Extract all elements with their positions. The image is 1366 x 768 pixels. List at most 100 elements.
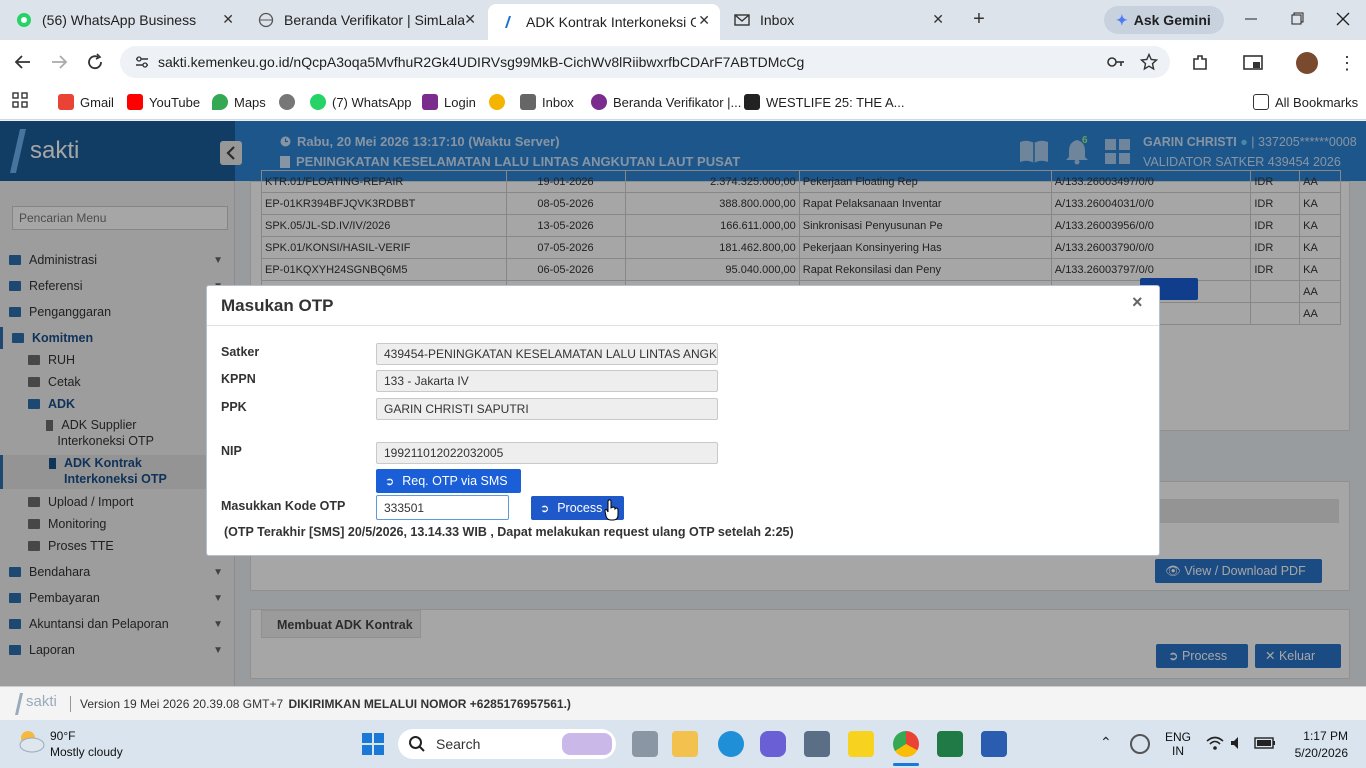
ppk-label: PPK [221,400,247,414]
chrome-icon[interactable] [893,731,919,757]
app-footer: sakti Version 19 Mei 2026 20.39.08 GMT+7… [0,686,1366,720]
bookmark-youtube[interactable]: YouTube [127,92,200,112]
sakti-logo-icon [15,693,23,715]
bookmark-globe[interactable] [279,92,301,112]
process-icon: ➲ [540,502,550,515]
globe-icon [279,94,295,110]
profile-avatar[interactable] [1296,52,1318,74]
mail-icon [520,94,536,110]
task-view-icon[interactable] [632,731,658,757]
cast-icon[interactable] [1242,53,1264,73]
restore-icon[interactable] [1288,10,1306,28]
tab-title: Beranda Verifikator | SimLala [284,12,466,28]
active-app-indicator [893,763,919,766]
chevron-up-icon[interactable]: ⌃ [1100,734,1112,751]
copilot-icon[interactable] [760,731,786,757]
tab-whatsapp[interactable]: (56) WhatsApp Business ✕ [4,0,244,40]
weather-desc[interactable]: Mostly cloudy [50,745,123,759]
kppn-field: 133 - Jakarta IV [376,370,718,392]
search-icon [409,736,425,752]
browser-tab-strip: (56) WhatsApp Business ✕ Beranda Verifik… [0,0,1366,40]
tab-close-icon[interactable]: ✕ [464,11,476,28]
bookmark-photos[interactable] [489,92,511,112]
ask-gemini-button[interactable]: ✦ Ask Gemini [1104,6,1224,34]
footer-logo-text: sakti [26,693,57,710]
bookmark-star-icon[interactable] [1140,53,1158,71]
excel-icon[interactable] [937,731,963,757]
battery-icon[interactable] [1254,737,1276,749]
bookmark-inbox[interactable]: Inbox [520,92,574,112]
globe-icon [258,12,274,28]
word-icon[interactable] [981,731,1007,757]
req-otp-sms-button[interactable]: ➲ Req. OTP via SMS [376,469,521,493]
taskbar-search[interactable]: Search [398,729,616,759]
wifi-icon[interactable] [1206,736,1224,750]
folder-icon [1253,94,1269,110]
windows-start-icon[interactable] [361,732,385,756]
back-icon[interactable] [14,54,32,70]
clock[interactable]: 1:17 PM 5/20/2026 [1292,729,1348,760]
sakti-favicon-icon [500,14,516,30]
bookmark-login[interactable]: Login [422,92,476,112]
minimize-icon[interactable] [1242,10,1260,28]
apps-grid-icon[interactable] [12,92,28,108]
tab-close-icon[interactable]: ✕ [698,12,710,29]
menu-dots-icon[interactable]: ⋮ [1338,53,1356,74]
search-highlight-icon [562,733,612,755]
bookmark-verifikator[interactable]: Beranda Verifikator |... [591,92,741,112]
ppk-field: GARIN CHRISTI SAPUTRI [376,398,718,420]
password-key-icon[interactable] [1106,54,1126,70]
tab-simlala[interactable]: Beranda Verifikator | SimLala ✕ [246,0,486,40]
nip-field: 199211012022032005 [376,442,718,464]
tab-title: Inbox [760,12,795,28]
sticky-notes-icon[interactable] [848,731,874,757]
all-bookmarks[interactable]: All Bookmarks [1253,92,1358,112]
camera-icon[interactable] [804,731,830,757]
whatsapp-icon [310,94,326,110]
otp-info-text: (OTP Terakhir [SMS] 20/5/2026, 13.14.33 … [224,525,794,539]
new-tab-icon[interactable]: + [968,8,990,30]
bookmark-westlife[interactable]: WESTLIFE 25: THE A... [744,92,904,112]
weather-temp[interactable]: 90°F [50,729,75,743]
bookmark-maps[interactable]: Maps [212,92,266,112]
footer-version: Version 19 Mei 2026 20.39.08 GMT+7 DIKIR… [80,697,571,711]
tab-inbox[interactable]: Inbox ✕ [722,0,954,40]
close-window-icon[interactable] [1334,10,1352,28]
bookmark-gmail[interactable]: Gmail [58,92,114,112]
nip-label: NIP [221,444,242,458]
satker-field: 439454-PENINGKATAN KESELAMATAN LALU LINT… [376,343,718,365]
gemini-icon: ✦ [1116,11,1128,28]
extensions-icon[interactable] [1190,53,1210,73]
maps-icon [212,94,228,110]
edge-icon[interactable] [718,731,744,757]
login-icon [422,94,438,110]
url-text: sakti.kemenkeu.go.id/nQcpA3oqa5MvfhuR2Gk… [158,54,805,70]
file-explorer-icon[interactable] [672,731,698,757]
whatsapp-icon [16,12,32,28]
otp-code-label: Masukkan Kode OTP [221,499,346,513]
modal-divider [207,325,1159,326]
footer-divider [70,696,71,712]
language-indicator[interactable]: ENG IN [1165,730,1191,758]
reload-icon[interactable] [86,53,104,71]
pinwheel-icon [489,94,505,110]
otp-modal: Masukan OTP × Satker 439454-PENINGKATAN … [206,285,1160,556]
tab-close-icon[interactable]: ✕ [222,11,234,28]
forward-icon[interactable] [50,54,68,70]
youtube-icon [127,94,143,110]
url-bar[interactable]: sakti.kemenkeu.go.id/nQcpA3oqa5MvfhuR2Gk… [120,46,1170,78]
otp-code-input[interactable] [376,495,509,520]
site-info-icon[interactable] [134,54,150,70]
sync-icon[interactable] [1130,734,1150,754]
satker-label: Satker [221,345,260,359]
modal-close-icon[interactable]: × [1132,292,1143,313]
modal-title: Masukan OTP [221,296,334,315]
globe-icon [591,94,607,110]
tab-title: ADK Kontrak Interkoneksi OTP F [526,14,696,30]
mail-icon [734,12,750,28]
bookmark-whatsapp[interactable]: (7) WhatsApp [310,92,411,112]
send-icon: ➲ [385,475,395,488]
tab-adk-kontrak[interactable]: ADK Kontrak Interkoneksi OTP F ✕ [488,4,720,40]
tab-close-icon[interactable]: ✕ [932,11,944,28]
volume-icon[interactable] [1230,736,1244,750]
